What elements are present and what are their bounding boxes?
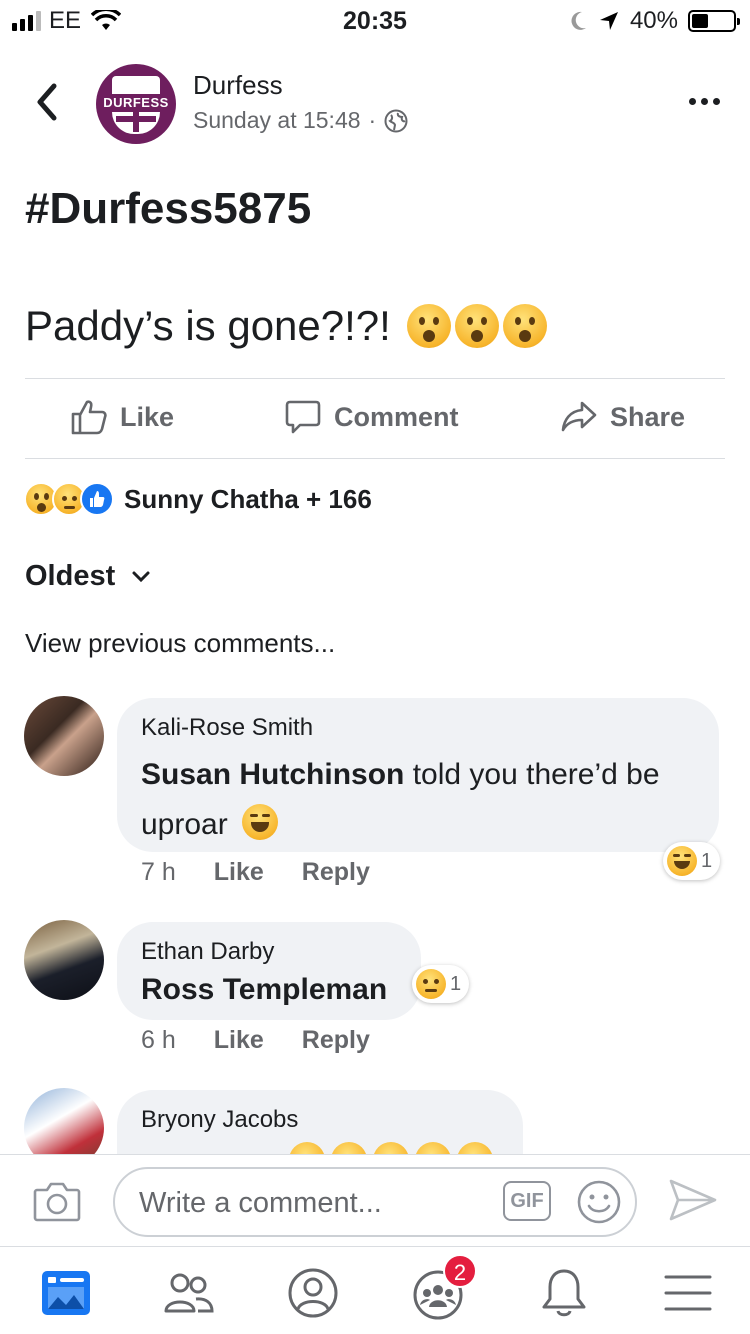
comment-time: 7 h <box>141 858 176 886</box>
comment-bubble-icon <box>285 400 321 434</box>
post-hashtag[interactable]: #Durfess5875 <box>25 184 311 234</box>
emoji-icon <box>457 1142 493 1154</box>
battery-icon <box>688 10 740 32</box>
news-feed-icon[interactable] <box>36 1265 96 1321</box>
gif-button[interactable]: GIF <box>503 1181 551 1221</box>
divider <box>25 458 725 459</box>
emoji-row <box>289 1142 499 1154</box>
emoji-icon <box>415 1142 451 1154</box>
comment-text: Ross Templeman <box>141 968 397 1012</box>
comment-button[interactable]: Comment <box>284 398 459 436</box>
comment-label: Comment <box>334 401 459 432</box>
share-button[interactable]: Share <box>560 398 685 436</box>
post-text-row: Paddy’s is gone?!?! <box>25 302 547 350</box>
more-options-icon[interactable] <box>689 98 720 105</box>
comment-bubble[interactable]: Ethan Darby Ross Templeman <box>117 922 421 1020</box>
globe-icon <box>384 109 408 132</box>
sad-emoji-icon <box>416 969 446 999</box>
comment-text-part: told you there’d be <box>404 758 660 791</box>
page-avatar[interactable]: DURFESS <box>96 64 176 144</box>
reaction-count: 1 <box>701 849 713 872</box>
emoji-icon <box>373 1142 409 1154</box>
sort-label: Oldest <box>25 560 116 592</box>
camera-icon[interactable] <box>33 1180 81 1222</box>
comment-author[interactable]: Ethan Darby <box>141 938 397 966</box>
comment-bubble[interactable]: Bryony Jacobs <box>117 1090 523 1154</box>
laughing-crying-emoji-icon <box>242 804 279 840</box>
sticker-smiley-icon[interactable] <box>576 1179 622 1225</box>
like-reaction-icon <box>80 482 114 516</box>
divider <box>25 378 725 379</box>
comment-like-button[interactable]: Like <box>214 858 264 887</box>
laughing-emoji-icon <box>667 846 697 876</box>
like-label: Like <box>120 401 175 432</box>
logo-text: DURFESS <box>98 94 174 112</box>
share-arrow-icon <box>561 401 597 432</box>
wow-emoji-icon <box>502 304 547 348</box>
comment-input[interactable]: Write a comment... GIF <box>113 1167 637 1237</box>
comment-like-button[interactable]: Like <box>214 1026 264 1055</box>
post-text: Paddy’s is gone?!?! <box>25 302 391 349</box>
send-icon[interactable] <box>668 1177 718 1223</box>
comment-composer: Write a comment... GIF <box>0 1154 750 1246</box>
share-label: Share <box>610 401 686 432</box>
post-actions: Like Comment Share <box>0 390 750 450</box>
bell-icon[interactable] <box>534 1265 594 1321</box>
comment-reaction-pill[interactable]: 1 <box>412 965 470 1003</box>
status-bar: EE 20:35 40% <box>0 0 750 40</box>
wow-emoji-icon <box>406 304 451 348</box>
back-chevron-icon[interactable] <box>30 80 64 124</box>
emoji-icon <box>289 1142 325 1154</box>
comment-time: 6 h <box>141 1026 176 1054</box>
comment-author[interactable]: Kali-Rose Smith <box>141 714 695 742</box>
location-arrow-icon <box>599 12 618 30</box>
comment-reply-button[interactable]: Reply <box>302 1026 370 1055</box>
comment-reply-button[interactable]: Reply <box>302 858 370 887</box>
bottom-tab-bar <box>0 1246 750 1334</box>
comment-meta: 6 h Like Reply <box>141 1026 370 1055</box>
thumbs-up-icon <box>71 400 107 435</box>
page-name[interactable]: Durfess <box>193 70 283 101</box>
comment-meta: 7 h Like Reply <box>141 858 370 887</box>
chevron-down-icon <box>132 571 150 582</box>
reaction-summary[interactable]: Sunny Chatha + 166 <box>24 482 372 516</box>
battery-percent: 40% <box>629 7 678 34</box>
comment-author[interactable]: Bryony Jacobs <box>141 1106 499 1134</box>
post-timestamp: Sunday at 15:48 <box>193 107 361 133</box>
view-previous-comments[interactable]: View previous comments... <box>25 628 335 659</box>
comment-sort-dropdown[interactable]: Oldest <box>25 560 151 593</box>
comment-reaction-pill[interactable]: 1 <box>663 842 721 880</box>
avatar[interactable] <box>24 1088 104 1154</box>
mention[interactable]: Ross Templeman <box>141 973 387 1006</box>
comment-bubble[interactable]: Kali-Rose Smith Susan Hutchinson told yo… <box>117 698 719 852</box>
friends-icon[interactable] <box>158 1265 218 1321</box>
avatar[interactable] <box>24 696 104 776</box>
post-header: DURFESS Durfess Sunday at 15:48 · <box>0 60 750 150</box>
comment-text-part: uproar <box>141 808 228 841</box>
reaction-names: Sunny Chatha + 166 <box>124 483 372 514</box>
comment: Bryony Jacobs <box>0 1088 750 1154</box>
comment-placeholder: Write a comment... <box>139 1187 382 1219</box>
profile-icon[interactable] <box>283 1265 343 1321</box>
wow-emoji-icon <box>454 304 499 348</box>
like-button[interactable]: Like <box>70 398 174 436</box>
reaction-count: 1 <box>450 972 462 995</box>
groups-notification-badge: 2 <box>443 1254 477 1288</box>
avatar[interactable] <box>24 920 104 1000</box>
menu-hamburger-icon[interactable] <box>658 1265 718 1321</box>
meta-separator: · <box>368 107 377 133</box>
comment-text: Susan Hutchinson told you there’d be upr… <box>141 750 695 850</box>
emoji-icon <box>331 1142 367 1154</box>
mention[interactable]: Susan Hutchinson <box>141 758 404 791</box>
post-meta: Sunday at 15:48 · <box>193 107 408 134</box>
moon-icon <box>571 11 586 30</box>
